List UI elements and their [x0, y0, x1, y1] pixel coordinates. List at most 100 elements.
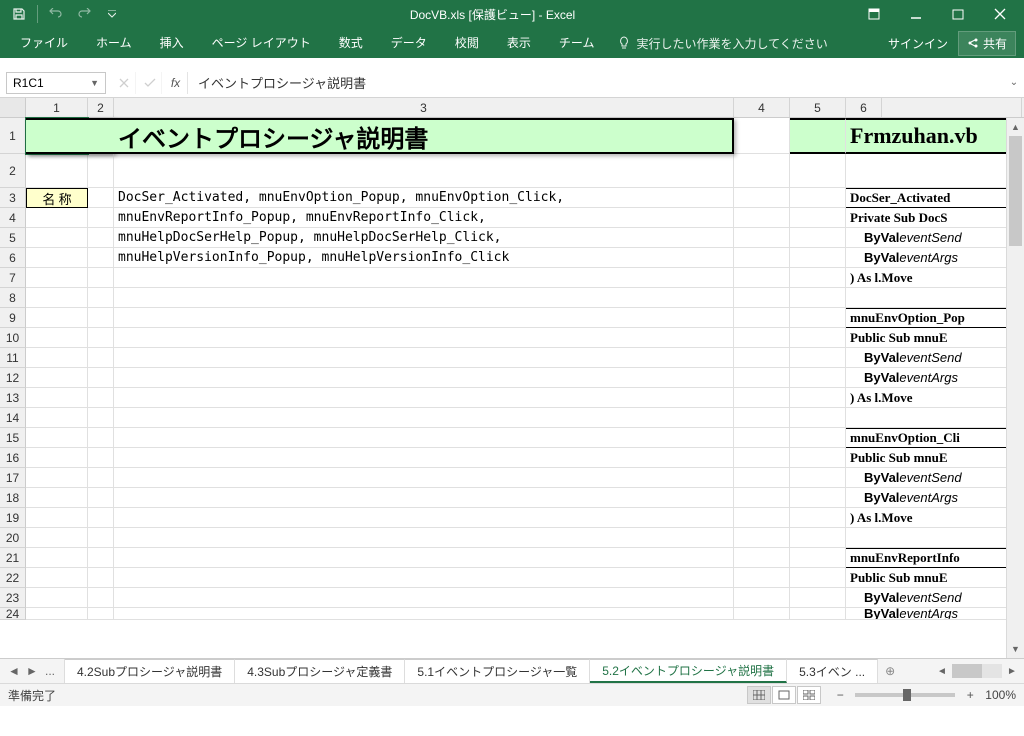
row-header[interactable]: 23	[0, 588, 26, 608]
cell[interactable]	[790, 308, 846, 328]
page-break-view-button[interactable]	[797, 686, 821, 704]
cell-code[interactable]: ByVal eventArgs	[846, 488, 1022, 508]
cell[interactable]	[88, 448, 114, 468]
name-box[interactable]: R1C1 ▼	[6, 72, 106, 94]
cell[interactable]	[88, 368, 114, 388]
zoom-slider[interactable]	[855, 693, 955, 697]
cell[interactable]	[734, 488, 790, 508]
cell[interactable]	[734, 528, 790, 548]
row-header[interactable]: 8	[0, 288, 26, 308]
cell[interactable]	[790, 488, 846, 508]
row-header[interactable]: 20	[0, 528, 26, 548]
cell[interactable]	[734, 588, 790, 608]
cell[interactable]	[114, 508, 734, 528]
cell[interactable]	[26, 154, 88, 188]
cell[interactable]	[88, 348, 114, 368]
cell[interactable]	[88, 248, 114, 268]
cell-code[interactable]: DocSer_Activated	[846, 188, 1022, 208]
cell-code[interactable]: mnuEnvReportInfo	[846, 548, 1022, 568]
cell[interactable]	[88, 588, 114, 608]
cell[interactable]	[790, 508, 846, 528]
cell[interactable]	[88, 408, 114, 428]
zoom-in-button[interactable]: +	[963, 688, 977, 702]
scroll-up-button[interactable]: ▲	[1007, 118, 1024, 136]
tab-review[interactable]: 校閲	[443, 28, 491, 59]
cell-procedure-names[interactable]: mnuEnvReportInfo_Popup, mnuEnvReportInfo…	[114, 208, 734, 228]
cell[interactable]	[88, 508, 114, 528]
cell[interactable]	[790, 388, 846, 408]
close-button[interactable]	[980, 1, 1020, 27]
cell[interactable]	[88, 154, 114, 188]
cell[interactable]	[734, 268, 790, 288]
cell[interactable]	[790, 428, 846, 448]
row-header[interactable]: 17	[0, 468, 26, 488]
cell[interactable]	[26, 528, 88, 548]
cell[interactable]	[88, 288, 114, 308]
sheet-tab[interactable]: 4.2Subプロシージャ説明書	[65, 659, 235, 683]
cell[interactable]	[114, 468, 734, 488]
sheet-tab[interactable]: 4.3Subプロシージャ定義書	[235, 659, 405, 683]
row-header[interactable]: 5	[0, 228, 26, 248]
cell[interactable]	[734, 408, 790, 428]
expand-formula-bar-button[interactable]: ⌄	[1004, 77, 1024, 88]
cell[interactable]	[790, 568, 846, 588]
cancel-formula-button[interactable]	[112, 72, 136, 94]
sheet-tab-active[interactable]: 5.2イベントプロシージャ説明書	[590, 659, 787, 683]
cell[interactable]	[26, 268, 88, 288]
cell[interactable]	[734, 368, 790, 388]
cell[interactable]	[846, 154, 1022, 188]
cell[interactable]	[26, 448, 88, 468]
column-header[interactable]: 1	[26, 98, 88, 117]
cell[interactable]	[790, 228, 846, 248]
cell[interactable]	[734, 228, 790, 248]
cell[interactable]	[734, 188, 790, 208]
cell[interactable]	[26, 588, 88, 608]
tab-data[interactable]: データ	[379, 28, 439, 59]
formula-input[interactable]	[192, 72, 1004, 94]
cell[interactable]	[790, 408, 846, 428]
signin-link[interactable]: サインイン	[888, 35, 948, 52]
row-header[interactable]: 19	[0, 508, 26, 528]
tab-view[interactable]: 表示	[495, 28, 543, 59]
cell[interactable]	[734, 548, 790, 568]
tab-nav-more-button[interactable]: ...	[42, 664, 58, 678]
row-header[interactable]: 15	[0, 428, 26, 448]
save-button[interactable]	[6, 2, 32, 26]
tab-file[interactable]: ファイル	[8, 28, 80, 59]
cell[interactable]	[790, 208, 846, 228]
cell[interactable]	[26, 368, 88, 388]
cell-procedure-names[interactable]: mnuHelpDocSerHelp_Popup, mnuHelpDocSerHe…	[114, 228, 734, 248]
scrollbar-thumb[interactable]	[952, 664, 982, 678]
cell[interactable]	[790, 188, 846, 208]
tab-nav-prev-button[interactable]: ◄	[6, 664, 22, 678]
cell-code[interactable]: Public Sub mnuE	[846, 328, 1022, 348]
cell[interactable]	[114, 154, 734, 188]
cell[interactable]	[88, 568, 114, 588]
cell[interactable]	[114, 568, 734, 588]
cell-document-title[interactable]: イベントプロシージャ説明書	[26, 118, 734, 154]
row-header[interactable]: 24	[0, 608, 26, 620]
row-header[interactable]: 13	[0, 388, 26, 408]
scroll-right-button[interactable]: ►	[1004, 666, 1020, 677]
cell[interactable]	[26, 308, 88, 328]
row-header[interactable]: 21	[0, 548, 26, 568]
zoom-level[interactable]: 100%	[985, 688, 1016, 702]
cell[interactable]	[26, 508, 88, 528]
cell-procedure-names[interactable]: DocSer_Activated, mnuEnvOption_Popup, mn…	[114, 188, 734, 208]
cell-code[interactable]: ) As l.Move	[846, 508, 1022, 528]
cell-name-label[interactable]: 名 称	[26, 188, 88, 208]
minimize-button[interactable]	[896, 1, 936, 27]
cell-code[interactable]: Public Sub mnuE	[846, 568, 1022, 588]
scroll-down-button[interactable]: ▼	[1007, 640, 1024, 658]
cell[interactable]	[734, 154, 790, 188]
cell[interactable]	[26, 388, 88, 408]
cell[interactable]	[734, 308, 790, 328]
share-button[interactable]: 共有	[958, 31, 1016, 56]
cell[interactable]	[790, 528, 846, 548]
scroll-left-button[interactable]: ◄	[934, 666, 950, 677]
cell[interactable]	[846, 408, 1022, 428]
cell-code[interactable]: mnuEnvOption_Pop	[846, 308, 1022, 328]
cell[interactable]	[114, 288, 734, 308]
cell[interactable]	[846, 528, 1022, 548]
cell[interactable]	[26, 348, 88, 368]
